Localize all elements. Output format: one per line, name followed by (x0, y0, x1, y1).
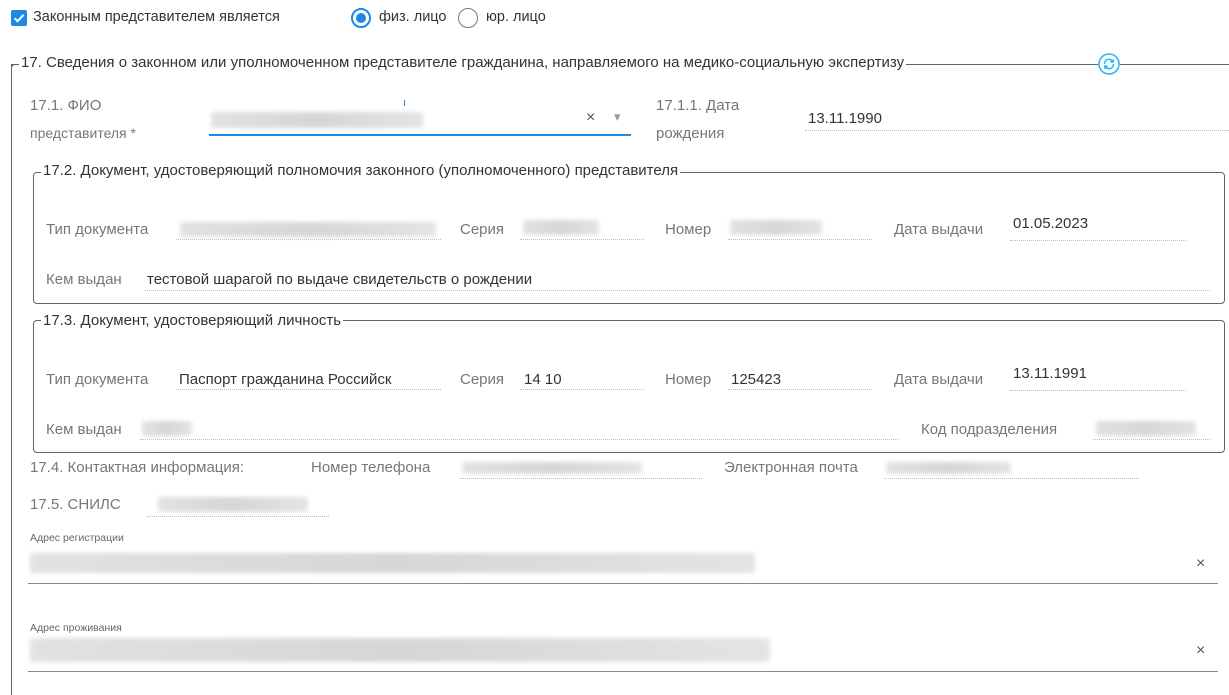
fio-dropdown-icon[interactable]: ▾ (614, 109, 621, 125)
dob-label-line1: 17.1.1. Дата (656, 97, 740, 114)
doc173-code-label: Код подразделения (921, 421, 1058, 438)
doc173-number-value: 125423 (731, 371, 782, 388)
doc173-issued-redacted (142, 421, 192, 436)
radio-physical[interactable] (351, 8, 371, 28)
section17-legend: 17. Сведения о законном или уполномоченн… (19, 54, 907, 71)
doc172-number-redacted (730, 220, 822, 235)
fio-label-line2: представителя * (30, 125, 136, 141)
email-field[interactable] (884, 457, 1139, 479)
snils-redacted (158, 497, 308, 512)
reg-address-label: Адрес регистрации (30, 532, 124, 544)
phone-field[interactable] (460, 457, 702, 479)
live-address-field[interactable] (28, 636, 1218, 672)
doc172-series-redacted (523, 220, 599, 235)
reg-address-redacted (30, 553, 755, 573)
doc173-issued-field[interactable] (140, 418, 898, 440)
reg-address-clear-icon[interactable]: × (1196, 555, 1205, 573)
radio-physical-label: физ. лицо (379, 9, 447, 25)
contact-label: 17.4. Контактная информация: (30, 459, 245, 476)
doc172-type-redacted (180, 222, 436, 237)
live-address-redacted (30, 638, 770, 662)
section17-border-left (11, 64, 12, 695)
refresh-icon[interactable] (1098, 53, 1120, 75)
doc172-issued-label: Кем выдан (46, 271, 122, 288)
doc172-series-field[interactable] (520, 218, 644, 240)
representative-checkbox-label: Законным представителем является (33, 9, 280, 25)
doc172-date-value: 01.05.2023 (1013, 215, 1089, 232)
dob-label-line2: рождения (656, 125, 725, 142)
doc173-date-value: 13.11.1991 (1013, 365, 1087, 382)
fio-label-line1: 17.1. ФИО (30, 97, 102, 114)
snils-field[interactable] (147, 495, 329, 517)
email-label: Электронная почта (724, 459, 858, 476)
section17-corner (11, 64, 19, 72)
doc172-issued-value: тестовой шарагой по выдаче свидетельств … (147, 271, 533, 288)
fio-value-redacted (211, 112, 423, 128)
doc173-series-value: 14 10 (524, 371, 562, 388)
fio-clear-icon[interactable]: × (586, 109, 595, 127)
doc172-series-label: Серия (460, 221, 505, 238)
doc173-legend: 17.3. Документ, удостоверяющий личность (41, 312, 344, 329)
checkmark-icon (13, 14, 25, 23)
doc173-code-redacted (1096, 421, 1196, 436)
doc173-type-label: Тип документа (46, 371, 149, 388)
doc172-legend: 17.2. Документ, удостоверяющий полномочи… (41, 162, 681, 179)
doc173-date-label: Дата выдачи (894, 371, 984, 388)
doc172-type-field[interactable] (176, 218, 441, 240)
representative-checkbox[interactable] (11, 10, 27, 26)
dob-value: 13.11.1990 (808, 110, 882, 127)
radio-legal-label: юр. лицо (486, 9, 546, 25)
snils-label: 17.5. СНИЛС (30, 496, 121, 513)
reg-address-field[interactable] (28, 548, 1218, 584)
section17-top-line-right (1122, 64, 1229, 65)
phone-label: Номер телефона (311, 459, 431, 476)
doc172-number-field[interactable] (728, 218, 872, 240)
fio-select[interactable] (209, 100, 631, 136)
doc173-issued-label: Кем выдан (46, 421, 122, 438)
radio-legal[interactable] (458, 8, 478, 28)
email-redacted (886, 462, 1011, 474)
doc173-type-value: Паспорт гражданина Российск (179, 371, 392, 388)
doc172-number-label: Номер (665, 221, 712, 238)
doc172-date-label: Дата выдачи (894, 221, 984, 238)
doc173-series-label: Серия (460, 371, 505, 388)
doc172-type-label: Тип документа (46, 221, 149, 238)
live-address-clear-icon[interactable]: × (1196, 642, 1205, 660)
live-address-label: Адрес проживания (30, 622, 122, 634)
doc173-code-field[interactable] (1093, 418, 1210, 440)
doc173-number-label: Номер (665, 371, 712, 388)
phone-redacted (462, 462, 642, 474)
